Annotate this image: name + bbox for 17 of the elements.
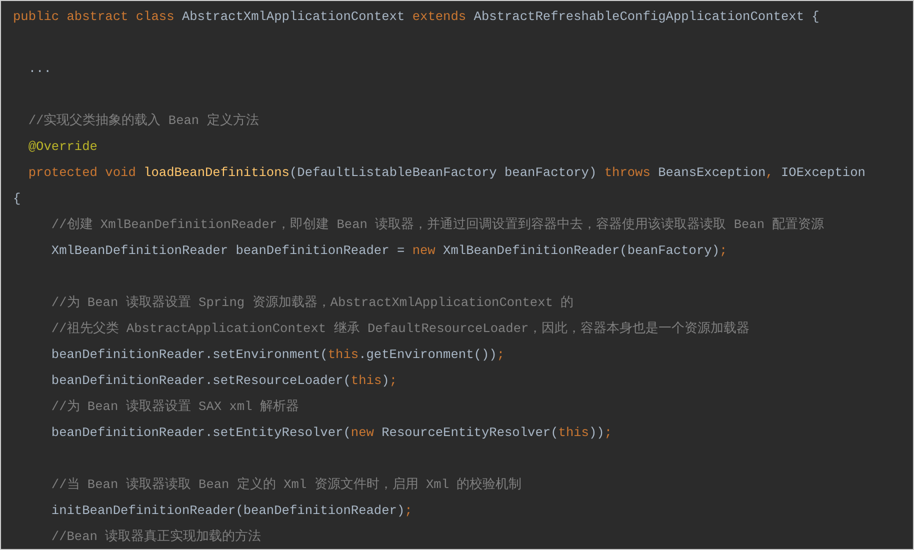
code-line: @Override — [27, 138, 98, 156]
code-line: beanDefinitionReader.setEntityResolver(new ResourceEntityResolver(this)); — [50, 424, 612, 442]
code-line: //为 Bean 读取器设置 SAX xml 解析器 — [50, 398, 299, 416]
code-line: protected void loadBeanDefinitions(DefaultListableBeanFactory beanFactory) throws BeansException, IOException — [27, 164, 866, 182]
code-line: beanDefinitionReader.setResourceLoader(this); — [50, 372, 397, 390]
code-line: XmlBeanDefinitionReader beanDefinitionReader = new XmlBeanDefinitionReader(beanFactory); — [50, 242, 728, 260]
code-line: //实现父类抽象的载入 Bean 定义方法 — [27, 112, 259, 130]
code-line: //为 Bean 读取器设置 Spring 资源加载器，AbstractXmlApplicationContext 的 — [50, 294, 574, 312]
code-line: public abstract class AbstractXmlApplicationContext extends AbstractRefreshableConfigApplicationContext { — [13, 8, 820, 26]
code-line: //当 Bean 读取器读取 Bean 定义的 Xml 资源文件时，启用 Xml 的校验机制 — [50, 476, 522, 494]
code-line: ... — [27, 60, 52, 78]
code-line: { — [13, 190, 21, 208]
code-line: beanDefinitionReader.setEnvironment(this.getEnvironment()); — [50, 346, 504, 364]
code-line: initBeanDefinitionReader(beanDefinitionReader); — [50, 502, 412, 520]
code-line: //Bean 读取器真正实现加载的方法 — [50, 528, 262, 546]
code-line: //祖先父类 AbstractApplicationContext 继承 DefaultResourceLoader，因此，容器本身也是一个资源加载器 — [50, 320, 750, 338]
code-line: //创建 XmlBeanDefinitionReader，即创建 Bean 读取器，并通过回调设置到容器中去，容器使用该读取器读取 Bean 配置资源 — [50, 216, 824, 234]
